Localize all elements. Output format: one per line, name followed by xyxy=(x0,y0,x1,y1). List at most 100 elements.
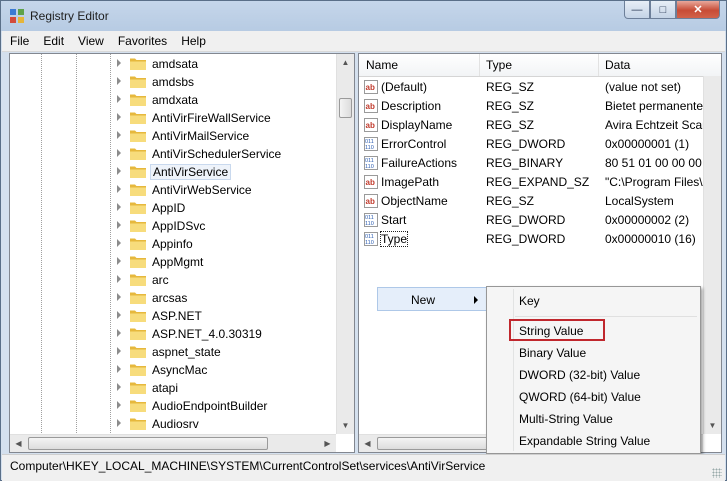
expand-arrow-icon[interactable] xyxy=(117,401,121,409)
expand-arrow-icon[interactable] xyxy=(117,257,121,265)
expand-arrow-icon[interactable] xyxy=(117,311,121,319)
expand-arrow-icon[interactable] xyxy=(117,203,121,211)
scroll-up-arrow-icon[interactable]: ▲ xyxy=(337,54,354,71)
expand-arrow-icon[interactable] xyxy=(117,167,121,175)
scroll-down-arrow-icon[interactable]: ▼ xyxy=(337,417,354,434)
expand-arrow-icon[interactable] xyxy=(117,131,121,139)
submenu-item-multi-string-value[interactable]: Multi-String Value xyxy=(519,412,613,426)
expand-arrow-icon[interactable] xyxy=(117,59,121,67)
tree-item[interactable]: AntiVirService xyxy=(10,163,336,181)
tree-item[interactable]: amdsbs xyxy=(10,73,336,91)
submenu-item-binary-value[interactable]: Binary Value xyxy=(519,346,586,360)
tree-item[interactable]: AudioEndpointBuilder xyxy=(10,397,336,415)
scroll-left-arrow-icon[interactable]: ◀ xyxy=(359,435,376,452)
tree-item[interactable]: AntiVirMailService xyxy=(10,127,336,145)
value-data: "C:\Program Files\Av xyxy=(605,175,717,189)
folder-icon xyxy=(130,238,146,250)
expand-arrow-icon[interactable] xyxy=(117,275,121,283)
menu-edit[interactable]: Edit xyxy=(35,31,70,51)
expand-arrow-icon[interactable] xyxy=(117,185,121,193)
menu-view[interactable]: View xyxy=(70,31,110,51)
tree-item[interactable]: amdsata xyxy=(10,55,336,73)
expand-arrow-icon[interactable] xyxy=(117,383,121,391)
expand-arrow-icon[interactable] xyxy=(117,113,121,121)
expand-arrow-icon[interactable] xyxy=(117,239,121,247)
column-separator[interactable] xyxy=(598,54,599,76)
expand-arrow-icon[interactable] xyxy=(117,95,121,103)
expand-arrow-icon[interactable] xyxy=(117,347,121,355)
column-header-type[interactable]: Type xyxy=(486,58,512,72)
scroll-left-arrow-icon[interactable]: ◀ xyxy=(10,435,27,452)
tree-item[interactable]: AntiVirFireWallService xyxy=(10,109,336,127)
value-type: REG_SZ xyxy=(486,99,535,113)
context-menu-new[interactable]: New xyxy=(377,287,487,311)
submenu-item-qword-value[interactable]: QWORD (64-bit) Value xyxy=(519,390,641,404)
value-row[interactable]: ab ObjectName REG_SZ LocalSystem xyxy=(359,192,721,211)
minimize-button[interactable]: — xyxy=(624,1,650,19)
tree-item-label: arcsas xyxy=(152,291,188,305)
expand-arrow-icon[interactable] xyxy=(117,329,121,337)
scroll-down-arrow-icon[interactable]: ▼ xyxy=(704,417,721,434)
value-row[interactable]: 011 110 ErrorControl REG_DWORD 0x00000001 (1… xyxy=(359,135,721,154)
value-row[interactable]: ab (Default) REG_SZ (value not set) xyxy=(359,78,721,97)
tree-item-label: AsyncMac xyxy=(152,363,208,377)
resize-grip-icon[interactable] xyxy=(712,468,722,478)
tree-horizontal-scrollbar[interactable]: ◀ ▶ xyxy=(10,434,336,452)
maximize-button[interactable]: □ xyxy=(650,1,676,19)
list-vertical-scrollbar[interactable]: ▼ xyxy=(703,76,721,434)
tree-item[interactable]: arcsas xyxy=(10,289,336,307)
tree-item[interactable]: aspnet_state xyxy=(10,343,336,361)
tree-item[interactable]: ASP.NET xyxy=(10,307,336,325)
value-row[interactable]: 011 110 Type REG_DWORD 0x00000010 (16) xyxy=(359,230,721,249)
value-row[interactable]: ab ImagePath REG_EXPAND_SZ "C:\Program File… xyxy=(359,173,721,192)
column-separator[interactable] xyxy=(479,54,480,76)
scroll-right-arrow-icon[interactable]: ▶ xyxy=(319,435,336,452)
value-type: REG_BINARY xyxy=(486,156,564,170)
tree-item-label: AntiVirWebService xyxy=(152,183,252,197)
registry-tree-pane[interactable]: amdsata amdsbs amdxata AntiVirFireWallServi… xyxy=(9,53,355,453)
column-header-data[interactable]: Data xyxy=(605,58,630,72)
expand-arrow-icon[interactable] xyxy=(117,293,121,301)
expand-arrow-icon[interactable] xyxy=(117,365,121,373)
tree-vertical-scroll-thumb[interactable] xyxy=(339,98,352,118)
expand-arrow-icon[interactable] xyxy=(117,419,121,427)
menu-help[interactable]: Help xyxy=(173,31,212,51)
close-button[interactable]: ✕ xyxy=(676,1,720,19)
tree-vertical-scrollbar[interactable]: ▲ ▼ xyxy=(336,54,354,434)
submenu-item-expandable-string-value[interactable]: Expandable String Value xyxy=(519,434,650,448)
binary-value-icon: 011110 xyxy=(364,137,378,151)
maximize-icon: □ xyxy=(659,3,667,16)
string-value-highlight-box xyxy=(509,319,605,341)
tree-item[interactable]: atapi xyxy=(10,379,336,397)
close-icon: ✕ xyxy=(693,4,703,16)
tree-item[interactable]: AntiVirWebService xyxy=(10,181,336,199)
string-value-icon: ab xyxy=(364,80,378,94)
column-header-name[interactable]: Name xyxy=(366,58,398,72)
tree-item[interactable]: AppIDSvc xyxy=(10,217,336,235)
tree-item-label: AppMgmt xyxy=(152,255,204,269)
title-bar[interactable]: Registry Editor — □ ✕ xyxy=(1,1,726,31)
value-row[interactable]: ab Description REG_SZ Bietet permanenten S xyxy=(359,97,721,116)
tree-item[interactable]: ASP.NET_4.0.30319 xyxy=(10,325,336,343)
menu-favorites[interactable]: Favorites xyxy=(110,31,173,51)
tree-item-label: ASP.NET_4.0.30319 xyxy=(152,327,262,341)
tree-horizontal-scroll-thumb[interactable] xyxy=(28,437,268,450)
expand-arrow-icon[interactable] xyxy=(117,221,121,229)
expand-arrow-icon[interactable] xyxy=(117,149,121,157)
value-row[interactable]: ab DisplayName REG_SZ Avira Echtzeit Scanne xyxy=(359,116,721,135)
tree-item[interactable]: arc xyxy=(10,271,336,289)
expand-arrow-icon[interactable] xyxy=(117,77,121,85)
value-row[interactable]: 011 110 Start REG_DWORD 0x00000002 (2) xyxy=(359,211,721,230)
tree-item[interactable]: AsyncMac xyxy=(10,361,336,379)
tree-item-label: atapi xyxy=(152,381,179,395)
tree-item[interactable]: AppID xyxy=(10,199,336,217)
tree-item[interactable]: amdxata xyxy=(10,91,336,109)
value-row[interactable]: 011 110 FailureActions REG_BINARY 80 51 01 0… xyxy=(359,154,721,173)
submenu-item-key[interactable]: Key xyxy=(519,294,540,308)
menu-file[interactable]: File xyxy=(2,31,35,51)
tree-item[interactable]: Appinfo xyxy=(10,235,336,253)
tree-item[interactable]: AntiVirSchedulerService xyxy=(10,145,336,163)
tree-item[interactable]: Audiosrv xyxy=(10,415,336,433)
submenu-item-dword-value[interactable]: DWORD (32-bit) Value xyxy=(519,368,640,382)
tree-item[interactable]: AppMgmt xyxy=(10,253,336,271)
